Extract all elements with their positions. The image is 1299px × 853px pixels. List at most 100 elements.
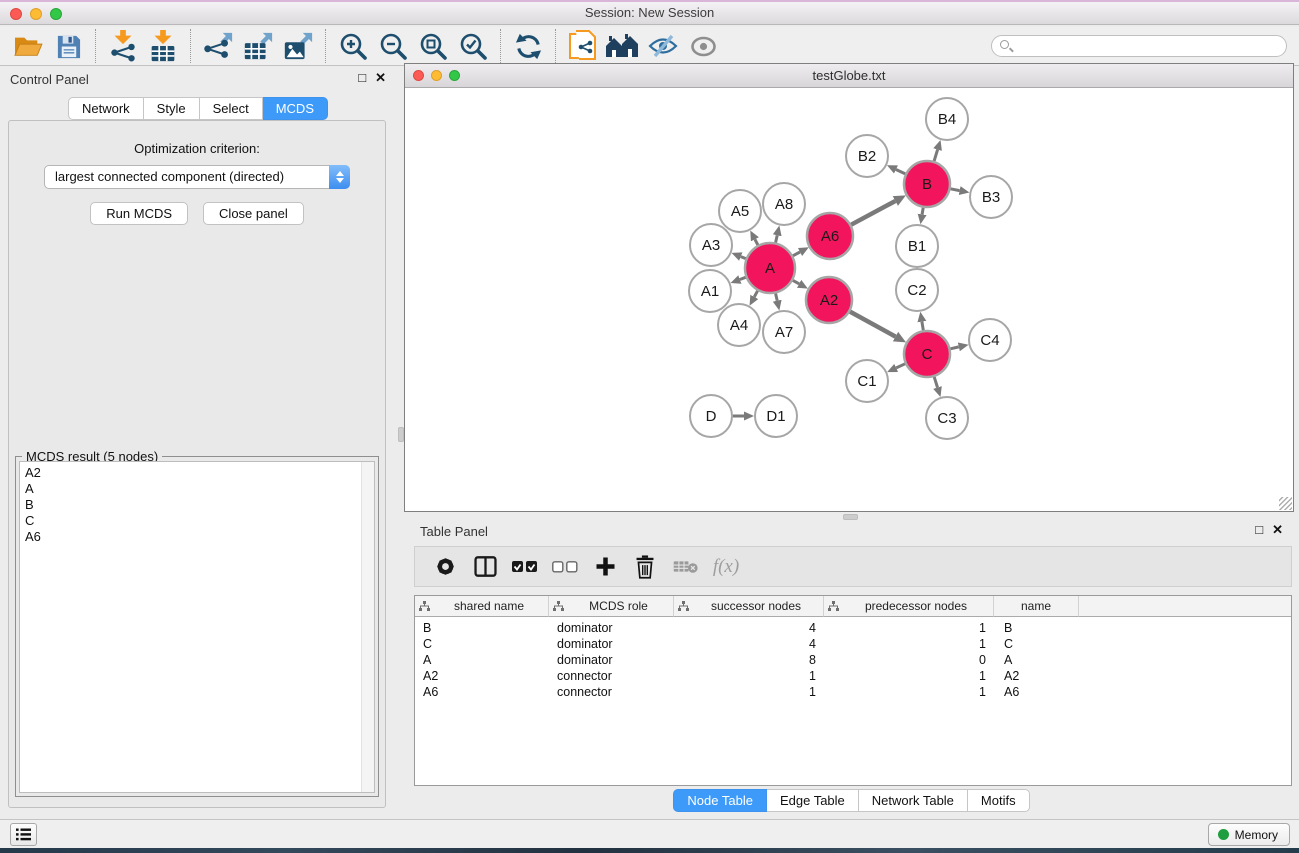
- cell-shared-name[interactable]: B: [415, 620, 549, 636]
- edge-A-A7[interactable]: [776, 293, 778, 300]
- search-input[interactable]: [991, 35, 1287, 57]
- column-header-name[interactable]: name: [994, 596, 1079, 617]
- task-history-button[interactable]: [10, 823, 37, 846]
- cell-MCDS-role[interactable]: connector: [549, 668, 674, 684]
- birds-eye-view-icon[interactable]: [683, 29, 723, 63]
- node-B2[interactable]: B2: [846, 135, 888, 177]
- node-B4[interactable]: B4: [926, 98, 968, 140]
- cell-name[interactable]: C: [994, 636, 1079, 652]
- edge-B-B3[interactable]: [951, 189, 960, 191]
- node-A3[interactable]: A3: [690, 224, 732, 266]
- network-window-titlebar[interactable]: testGlobe.txt: [405, 64, 1293, 88]
- export-table-icon[interactable]: [238, 29, 278, 63]
- cell-shared-name[interactable]: A: [415, 652, 549, 668]
- edge-C-C3[interactable]: [934, 377, 937, 388]
- node-C[interactable]: C: [904, 331, 950, 377]
- edge-A6-B[interactable]: [851, 201, 895, 225]
- network-from-file-icon[interactable]: [563, 29, 603, 63]
- cell-successor-nodes[interactable]: 4: [674, 620, 824, 636]
- list-scrollbar[interactable]: [361, 462, 374, 792]
- edge-A-A8[interactable]: [776, 235, 778, 242]
- select-all-columns-icon[interactable]: [509, 551, 541, 583]
- cell-successor-nodes[interactable]: 1: [674, 668, 824, 684]
- column-header-predecessor-nodes[interactable]: predecessor nodes: [824, 596, 994, 617]
- window-resize-grip[interactable]: [1279, 497, 1292, 510]
- edge-A-A1[interactable]: [740, 277, 746, 279]
- cell-successor-nodes[interactable]: 8: [674, 652, 824, 668]
- export-network-icon[interactable]: [198, 29, 238, 63]
- minimize-traffic-light-icon[interactable]: [431, 70, 442, 81]
- cell-predecessor-nodes[interactable]: 0: [824, 652, 994, 668]
- mcds-result-item[interactable]: C: [20, 513, 374, 529]
- delete-table-icon[interactable]: [669, 551, 701, 583]
- tab-network[interactable]: Network: [68, 97, 144, 120]
- node-B3[interactable]: B3: [970, 176, 1012, 218]
- show-all-networks-icon[interactable]: [603, 29, 643, 63]
- node-A[interactable]: A: [745, 243, 795, 293]
- cell-predecessor-nodes[interactable]: 1: [824, 684, 994, 700]
- close-traffic-light-icon[interactable]: [413, 70, 424, 81]
- cell-shared-name[interactable]: A6: [415, 684, 549, 700]
- network-canvas[interactable]: B4B2BB3A5A8A6A3B1AA1C2A2A4A7C4CC1C3DD1: [405, 88, 1293, 511]
- node-A8[interactable]: A8: [763, 183, 805, 225]
- delete-column-icon[interactable]: [629, 551, 661, 583]
- toggle-graphics-details-icon[interactable]: [643, 29, 683, 63]
- cell-shared-name[interactable]: A2: [415, 668, 549, 684]
- node-A4[interactable]: A4: [718, 304, 760, 346]
- tab-motifs[interactable]: Motifs: [968, 789, 1030, 812]
- show-column-panel-icon[interactable]: [469, 551, 501, 583]
- cell-successor-nodes[interactable]: 4: [674, 636, 824, 652]
- node-D1[interactable]: D1: [755, 395, 797, 437]
- cell-name[interactable]: A: [994, 652, 1079, 668]
- zoom-out-icon[interactable]: [373, 29, 413, 63]
- edge-B-B4[interactable]: [934, 150, 938, 162]
- cell-MCDS-role[interactable]: dominator: [549, 636, 674, 652]
- table-settings-icon[interactable]: [429, 551, 461, 583]
- edge-B-B2[interactable]: [896, 170, 905, 174]
- edge-A-A4[interactable]: [754, 291, 757, 297]
- cell-MCDS-role[interactable]: dominator: [549, 620, 674, 636]
- minimize-traffic-light-icon[interactable]: [30, 8, 42, 20]
- node-C3[interactable]: C3: [926, 397, 968, 439]
- splitter-handle-vertical[interactable]: [398, 427, 404, 442]
- edge-C-C2[interactable]: [922, 322, 923, 331]
- cell-name[interactable]: A6: [994, 684, 1079, 700]
- edge-A-A2[interactable]: [793, 280, 799, 283]
- cell-name[interactable]: A2: [994, 668, 1079, 684]
- node-C2[interactable]: C2: [896, 269, 938, 311]
- node-B1[interactable]: B1: [896, 225, 938, 267]
- zoom-fit-icon[interactable]: [413, 29, 453, 63]
- cell-predecessor-nodes[interactable]: 1: [824, 620, 994, 636]
- cell-predecessor-nodes[interactable]: 1: [824, 636, 994, 652]
- run-mcds-button[interactable]: Run MCDS: [90, 202, 188, 225]
- close-traffic-light-icon[interactable]: [10, 8, 22, 20]
- node-A6[interactable]: A6: [807, 213, 853, 259]
- import-table-icon[interactable]: [143, 29, 183, 63]
- export-image-icon[interactable]: [278, 29, 318, 63]
- zoom-selected-icon[interactable]: [453, 29, 493, 63]
- cell-MCDS-role[interactable]: connector: [549, 684, 674, 700]
- mcds-result-item[interactable]: A2: [20, 465, 374, 481]
- cell-successor-nodes[interactable]: 1: [674, 684, 824, 700]
- tab-style[interactable]: Style: [144, 97, 200, 120]
- zoom-traffic-light-icon[interactable]: [449, 70, 460, 81]
- node-A7[interactable]: A7: [763, 311, 805, 353]
- mcds-result-item[interactable]: A: [20, 481, 374, 497]
- function-builder-icon[interactable]: f(x): [709, 551, 741, 583]
- zoom-traffic-light-icon[interactable]: [50, 8, 62, 20]
- float-panel-icon[interactable]: □: [1255, 523, 1263, 537]
- node-A1[interactable]: A1: [689, 270, 731, 312]
- column-header-MCDS-role[interactable]: MCDS role: [549, 596, 674, 617]
- node-C4[interactable]: C4: [969, 319, 1011, 361]
- save-session-icon[interactable]: [48, 29, 88, 63]
- edge-C-C1[interactable]: [896, 364, 905, 368]
- edge-A-A5[interactable]: [755, 239, 758, 245]
- tab-edge-table[interactable]: Edge Table: [767, 789, 859, 812]
- mcds-result-item[interactable]: B: [20, 497, 374, 513]
- close-panel-icon[interactable]: ✕: [1272, 523, 1283, 537]
- create-column-icon[interactable]: [589, 551, 621, 583]
- float-panel-icon[interactable]: □: [358, 71, 366, 85]
- mcds-result-item[interactable]: A6: [20, 529, 374, 545]
- close-panel-button[interactable]: Close panel: [203, 202, 304, 225]
- edge-B-B1[interactable]: [922, 208, 923, 215]
